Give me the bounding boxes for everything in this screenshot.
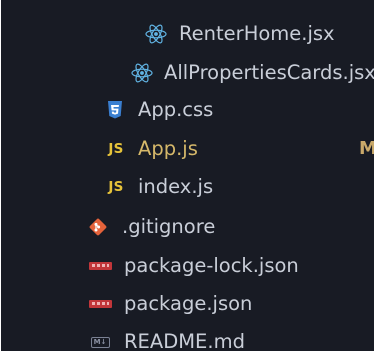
- file-name: App.css: [138, 98, 214, 121]
- clipped-row: [1, 0, 374, 8]
- file-row-package-json[interactable]: package.json: [1, 286, 374, 322]
- file-name: package-lock.json: [124, 254, 299, 277]
- file-row-renterhome[interactable]: RenterHome.jsx: [1, 16, 374, 52]
- git-icon: [87, 209, 109, 245]
- react-icon: [144, 16, 168, 52]
- npm-icon: [87, 248, 113, 284]
- file-name: README.md: [124, 330, 245, 351]
- file-row-app-js[interactable]: JS App.js M: [1, 131, 374, 167]
- file-row-index-js[interactable]: JS index.js: [1, 169, 374, 205]
- git-modified-badge: M: [359, 138, 374, 159]
- file-name: AllPropertiesCards.jsx: [164, 61, 374, 84]
- markdown-icon: M↓: [88, 324, 112, 351]
- file-name: App.js: [138, 137, 198, 160]
- file-row-allpropertiescards[interactable]: AllPropertiesCards.jsx: [1, 55, 374, 91]
- css-icon: [105, 92, 125, 128]
- file-row-gitignore[interactable]: .gitignore: [1, 209, 374, 245]
- file-name: RenterHome.jsx: [179, 22, 335, 45]
- npm-icon: [87, 286, 113, 322]
- file-name: index.js: [138, 175, 214, 198]
- file-row-readme[interactable]: M↓ README.md: [1, 324, 374, 351]
- javascript-icon: JS: [108, 179, 124, 195]
- react-icon: [130, 55, 154, 91]
- file-row-app-css[interactable]: App.css: [1, 92, 374, 128]
- file-explorer-panel: RenterHome.jsx AllPropertiesCards.jsx Ap…: [1, 0, 374, 351]
- file-name: .gitignore: [122, 215, 216, 238]
- file-name: package.json: [124, 292, 253, 315]
- file-row-package-lock-json[interactable]: package-lock.json: [1, 248, 374, 284]
- javascript-icon: JS: [108, 141, 124, 157]
- screenshot-frame: RenterHome.jsx AllPropertiesCards.jsx Ap…: [0, 0, 381, 351]
